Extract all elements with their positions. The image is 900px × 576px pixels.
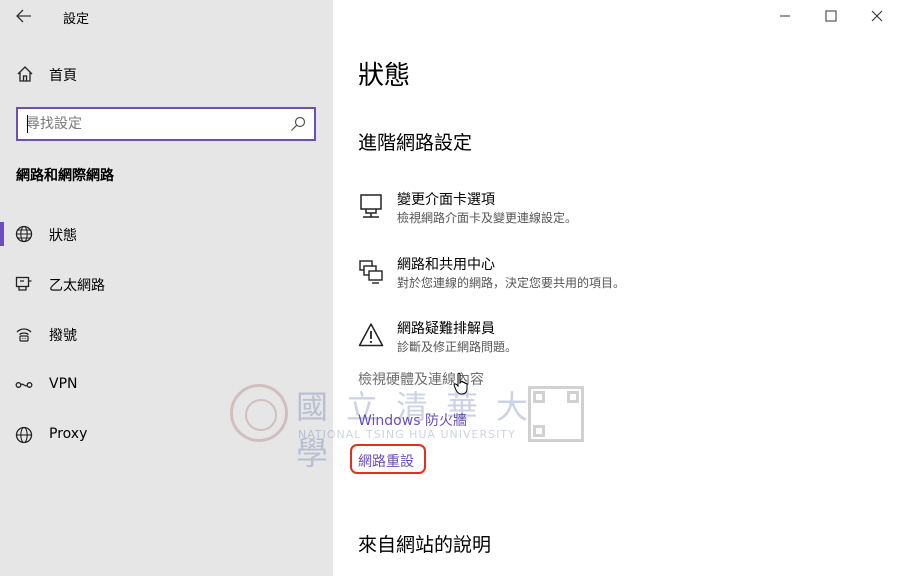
sidebar-item-label: 撥號 bbox=[49, 328, 77, 344]
home-icon bbox=[17, 66, 33, 82]
close-icon bbox=[871, 10, 883, 22]
search-box[interactable] bbox=[16, 107, 316, 141]
section-heading: 網路和網際網路 bbox=[16, 168, 114, 184]
text-caret bbox=[27, 115, 28, 133]
globe-icon bbox=[15, 426, 33, 444]
sidebar-item-label: VPN bbox=[49, 376, 78, 392]
back-arrow-icon bbox=[16, 9, 31, 23]
windows-firewall-link[interactable]: Windows 防火牆 bbox=[358, 410, 467, 430]
page-title: 狀態 bbox=[358, 61, 411, 91]
option-title: 網路疑難排解員 bbox=[397, 321, 495, 337]
home-label: 首頁 bbox=[49, 68, 77, 84]
warning-icon bbox=[358, 323, 384, 347]
sidebar-item-label: 乙太網路 bbox=[49, 278, 105, 294]
advanced-settings-heading: 進階網路設定 bbox=[358, 132, 473, 154]
network-troubleshooter[interactable]: 網路疑難排解員 診斷及修正網路問題。 bbox=[358, 318, 878, 368]
sidebar-item-label: 狀態 bbox=[49, 228, 77, 244]
maximize-button[interactable] bbox=[808, 0, 854, 32]
web-help-heading: 來自網站的說明 bbox=[358, 534, 492, 556]
home-nav-item[interactable]: 首頁 bbox=[0, 56, 333, 92]
sidebar-item-proxy[interactable]: Proxy bbox=[0, 415, 333, 455]
sidebar-item-vpn[interactable]: VPN bbox=[0, 365, 333, 405]
sharing-center-icon bbox=[359, 260, 383, 284]
main-pane: 狀態 進階網路設定 變更介面卡選項 檢視網路介面卡及變更連線設定。 網路和共用中… bbox=[333, 0, 900, 576]
minimize-button[interactable] bbox=[762, 0, 808, 32]
ethernet-icon bbox=[15, 276, 32, 291]
titlebar-left: 設定 bbox=[0, 0, 333, 32]
maximize-icon bbox=[825, 10, 837, 22]
sidebar-item-dialup[interactable]: 撥號 bbox=[0, 314, 333, 354]
option-title: 變更介面卡選項 bbox=[397, 192, 495, 208]
back-button[interactable] bbox=[10, 4, 38, 28]
globe-icon bbox=[15, 225, 33, 243]
vpn-icon bbox=[15, 382, 33, 388]
option-description: 診斷及修正網路問題。 bbox=[397, 340, 518, 354]
highlight-annotation bbox=[350, 444, 426, 474]
sidebar-item-label: Proxy bbox=[49, 426, 88, 442]
sidebar-item-status[interactable]: 狀態 bbox=[0, 214, 333, 254]
change-adapter-options[interactable]: 變更介面卡選項 檢視網路介面卡及變更連線設定。 bbox=[358, 189, 878, 239]
minimize-icon bbox=[780, 15, 790, 17]
option-title: 網路和共用中心 bbox=[397, 257, 495, 273]
selected-indicator bbox=[0, 222, 4, 246]
hand-cursor-icon bbox=[453, 372, 468, 395]
search-icon[interactable] bbox=[290, 116, 306, 132]
search-input[interactable] bbox=[26, 114, 286, 134]
dialup-icon bbox=[16, 328, 32, 342]
network-adapter-icon bbox=[360, 194, 382, 218]
option-description: 對於您連線的網路，決定您要共用的項目。 bbox=[397, 276, 626, 290]
app-title: 設定 bbox=[63, 12, 90, 27]
close-button[interactable] bbox=[854, 0, 900, 32]
sidebar: 設定 首頁 網路和網際網路 狀態 乙太網路 bbox=[0, 0, 333, 576]
option-description: 檢視網路介面卡及變更連線設定。 bbox=[397, 211, 578, 225]
sidebar-item-ethernet[interactable]: 乙太網路 bbox=[0, 264, 333, 304]
network-sharing-center[interactable]: 網路和共用中心 對於您連線的網路，決定您要共用的項目。 bbox=[358, 254, 878, 304]
